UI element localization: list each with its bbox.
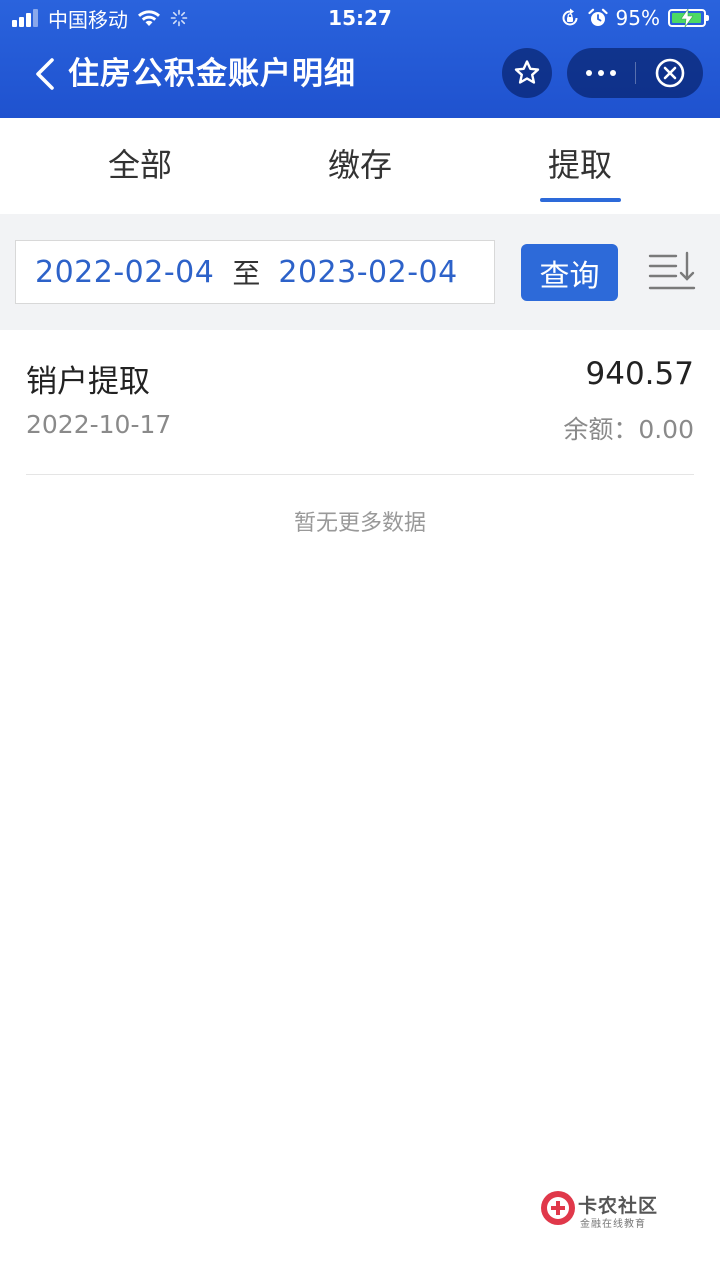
star-icon (514, 60, 540, 84)
page-title: 住房公积金账户明细 (68, 56, 356, 92)
back-chevron-icon[interactable] (28, 54, 64, 94)
no-more-data-text: 暂无更多数据 (293, 511, 426, 536)
favorite-button[interactable] (502, 48, 552, 98)
date-separator: 至 (232, 257, 261, 290)
close-circle-icon (655, 58, 684, 88)
kanong-logo-icon (541, 1191, 575, 1225)
tab-deposit[interactable]: 缴存 (240, 118, 480, 214)
start-date-input[interactable]: 2022-02-04 (35, 255, 214, 290)
battery-percent: 95% (615, 6, 660, 30)
sort-descending-icon[interactable] (646, 250, 698, 296)
end-date-input[interactable]: 2023-02-04 (278, 255, 457, 290)
watermark-slogan: 金融在线教育 (580, 1219, 646, 1230)
query-button[interactable]: 查询 (521, 244, 618, 301)
tab-bar: 全部 缴存 提取 (0, 118, 720, 214)
record-title: 销户提取 (26, 364, 150, 400)
close-button[interactable] (636, 48, 703, 98)
tab-all[interactable]: 全部 (20, 118, 260, 214)
more-button[interactable] (567, 48, 635, 98)
list-item[interactable]: 销户提取 940.57 2022-10-17 余额：0.00 (26, 330, 694, 475)
mini-program-capsule (567, 48, 703, 98)
nav-bar: 住房公积金账户明细 (0, 36, 720, 118)
battery-icon (668, 9, 709, 27)
status-bar: 中国移动 15:27 95% (0, 0, 720, 36)
status-right: 95% (552, 6, 709, 30)
date-range-field: 2022-02-04 至 2023-02-04 (15, 240, 495, 304)
more-dots-icon (583, 70, 619, 76)
watermark: 卡农社区 金融在线教育 (540, 1190, 670, 1230)
alarm-icon (587, 8, 608, 26)
screen-lock-icon (562, 8, 578, 26)
watermark-name: 卡农社区 (578, 1195, 659, 1217)
record-amount: 940.57 (585, 356, 694, 392)
record-balance: 余额：0.00 (563, 415, 694, 444)
active-tab-indicator (540, 198, 621, 202)
app-header: 中国移动 15:27 95% 住房公积金账户明细 (0, 0, 720, 118)
record-date: 2022-10-17 (26, 410, 172, 439)
charging-bolt-icon (680, 9, 694, 27)
filter-bar: 2022-02-04 至 2023-02-04 查询 (0, 214, 720, 330)
